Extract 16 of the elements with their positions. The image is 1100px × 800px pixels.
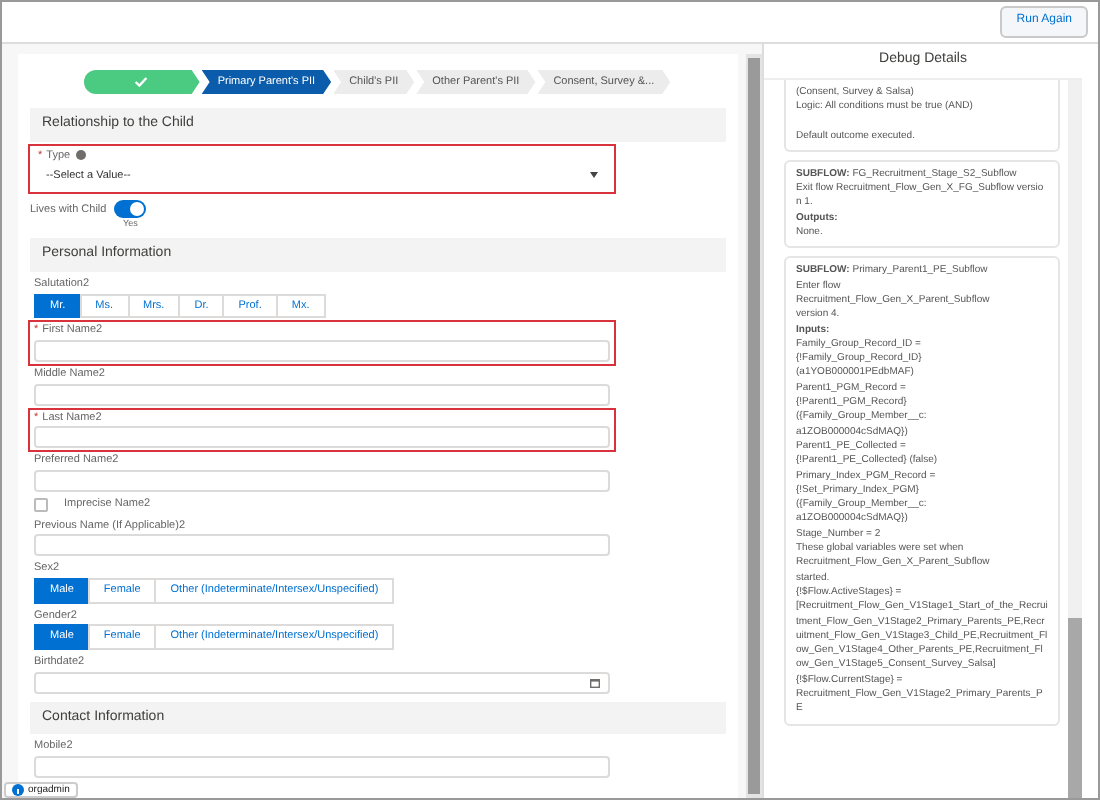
input-field[interactable] <box>34 383 610 406</box>
calendar-icon[interactable] <box>590 677 600 688</box>
checkbox[interactable] <box>34 498 48 513</box>
input-field[interactable] <box>34 426 610 449</box>
scrollbar[interactable] <box>1068 80 1082 798</box>
toggle-switch[interactable] <box>114 200 147 219</box>
input-field[interactable] <box>34 534 610 557</box>
input-field[interactable] <box>34 755 610 778</box>
info-icon[interactable] <box>76 149 87 160</box>
check-icon <box>134 76 149 88</box>
input-field[interactable] <box>34 470 610 493</box>
date-field[interactable] <box>34 671 610 694</box>
path-step[interactable] <box>83 70 200 94</box>
scrollbar[interactable] <box>746 54 762 798</box>
input-field[interactable] <box>34 339 610 362</box>
caret-icon <box>590 172 598 179</box>
